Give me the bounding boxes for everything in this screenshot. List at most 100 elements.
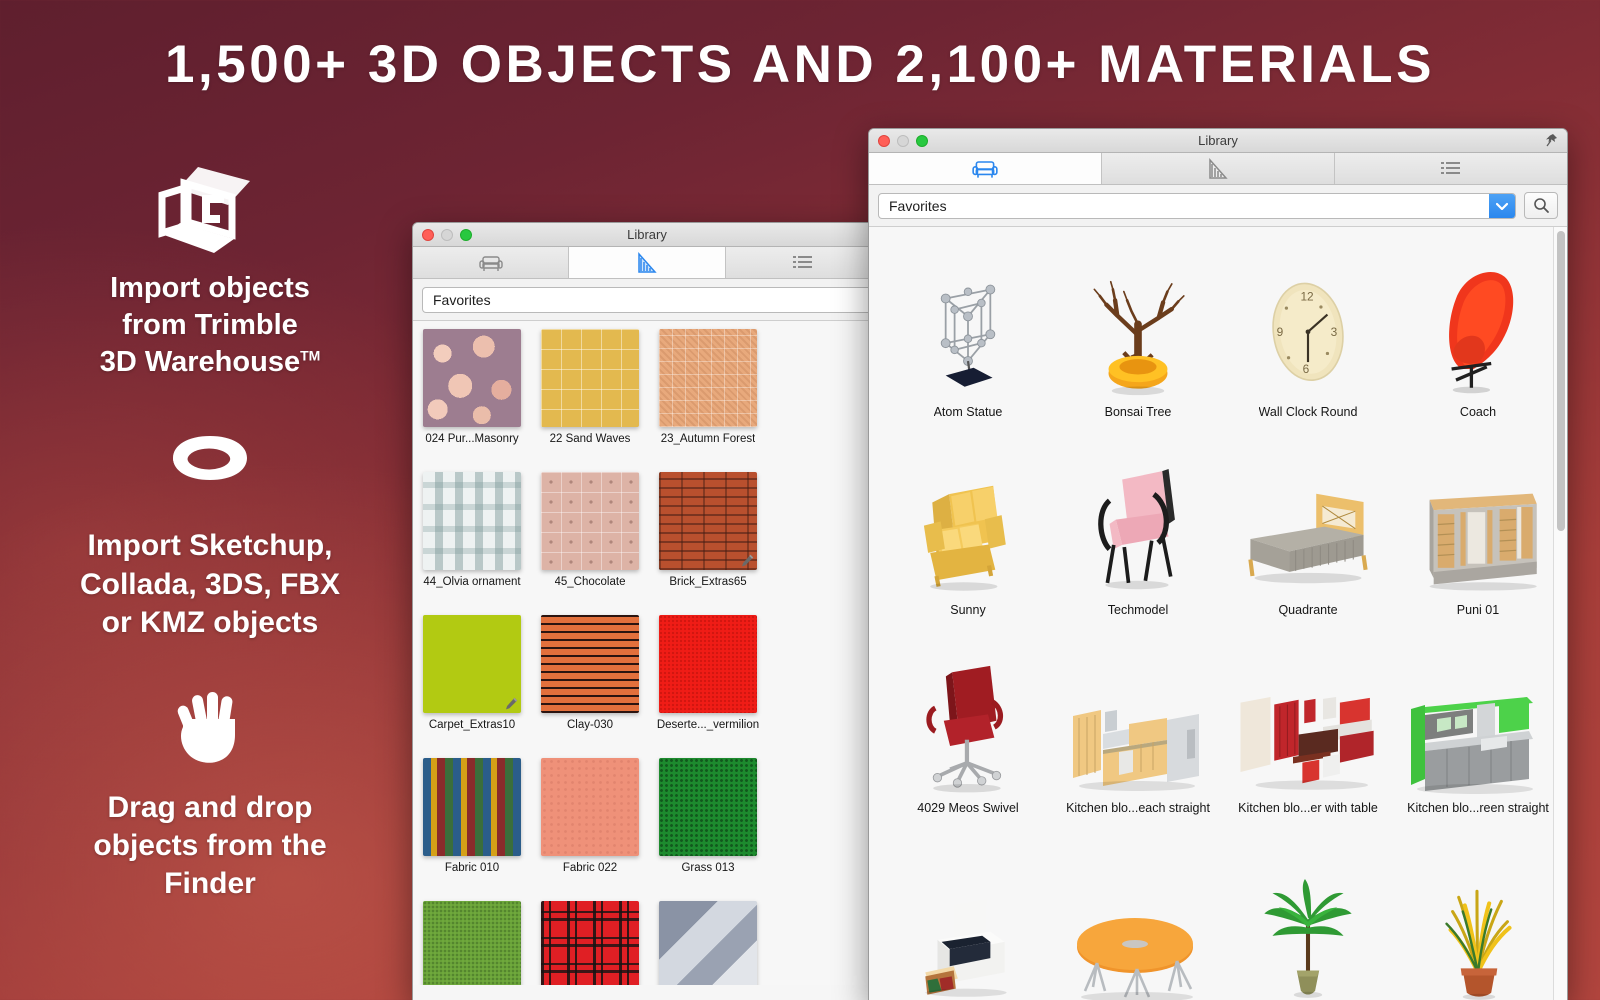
object-cell[interactable]: Bonsai Tree: [1053, 227, 1223, 425]
object-cell[interactable]: [1223, 821, 1393, 1000]
tab-list[interactable]: [725, 247, 881, 278]
object-cell[interactable]: Coach: [1393, 227, 1563, 425]
material-cell[interactable]: 23_Autumn Forest: [649, 321, 767, 464]
material-cell[interactable]: Brick_Extras65: [649, 464, 767, 607]
material-cell[interactable]: Grass 03: [413, 893, 531, 985]
object-thumbnail-bonsai-tree[interactable]: [1063, 249, 1213, 399]
material-cell[interactable]: Mar5: [531, 893, 649, 985]
material-swatch-chocolate-tiles[interactable]: [541, 472, 639, 570]
tab-objects[interactable]: [413, 247, 570, 278]
pushpin-icon[interactable]: [1544, 133, 1559, 148]
object-thumbnail-atom-statue[interactable]: [893, 249, 1043, 399]
object-cell[interactable]: 4029 Meos Swivel: [883, 623, 1053, 821]
object-thumbnail-printer[interactable]: [893, 857, 1043, 1000]
objects-grid-container[interactable]: Atom Statue Bonsai Tree 12 3 6 9 Wall Clock…: [869, 227, 1567, 1000]
tab-list[interactable]: [1335, 153, 1567, 184]
material-cell[interactable]: Clay-030: [531, 607, 649, 750]
objects-window-titlebar[interactable]: Library: [869, 129, 1567, 153]
object-thumbnail-spiky-plant[interactable]: [1403, 857, 1553, 1000]
material-swatch-grass-dark[interactable]: [659, 758, 757, 856]
material-cell[interactable]: 44_Olvia ornament: [413, 464, 531, 607]
object-thumbnail-egg-chair[interactable]: [1403, 249, 1553, 399]
material-cell[interactable]: Fabric 022: [531, 750, 649, 893]
materials-window-tabbar[interactable]: [413, 247, 881, 279]
objects-category-combobox[interactable]: Favorites: [878, 192, 1516, 219]
material-cell[interactable]: Carpet_Extras10: [413, 607, 531, 750]
material-swatch-tartan-red[interactable]: [541, 901, 639, 985]
object-thumbnail-office-chair[interactable]: [893, 645, 1043, 795]
objects-toolbar[interactable]: Favorites: [869, 185, 1567, 227]
feature-import-warehouse: Import objects from Trimble 3D Warehouse…: [20, 160, 400, 381]
material-swatch-clay-lines[interactable]: [541, 615, 639, 713]
tab-materials[interactable]: [1102, 153, 1335, 184]
object-thumbnail-kitchen-red[interactable]: [1233, 645, 1383, 795]
materials-library-window[interactable]: Library Favorites 024 Pur...Masonry 22 S…: [412, 222, 882, 1000]
object-cell[interactable]: Atom Statue: [883, 227, 1053, 425]
objects-grid[interactable]: Atom Statue Bonsai Tree 12 3 6 9 Wall Clock…: [869, 227, 1567, 1000]
object-thumbnail-wardrobe[interactable]: [1403, 447, 1553, 597]
object-thumbnail-kitchen-beech[interactable]: [1063, 645, 1213, 795]
object-cell[interactable]: [1393, 821, 1563, 1000]
materials-window-titlebar[interactable]: Library: [413, 223, 881, 247]
feature-2-line2: Collada, 3DS, FBX: [79, 567, 341, 601]
material-swatch-sand-tiles[interactable]: [541, 329, 639, 427]
material-cell[interactable]: 45_Chocolate: [531, 464, 649, 607]
objects-scrollbar[interactable]: [1553, 227, 1567, 1000]
edit-pencil-icon[interactable]: [741, 554, 754, 567]
svg-text:12: 12: [1300, 290, 1313, 304]
material-swatch-autumn-tiles[interactable]: [659, 329, 757, 427]
edit-pencil-icon[interactable]: [505, 697, 518, 710]
search-button[interactable]: [1524, 192, 1558, 219]
material-swatch-salmon[interactable]: [541, 758, 639, 856]
object-thumbnail-kitchen-green[interactable]: [1403, 645, 1553, 795]
chevron-down-icon[interactable]: [1489, 193, 1515, 218]
tab-objects[interactable]: [869, 153, 1102, 184]
material-cell[interactable]: Deserte..._vermilion: [649, 607, 767, 750]
objects-window-title: Library: [1198, 133, 1238, 148]
object-cell[interactable]: [1053, 821, 1223, 1000]
object-cell[interactable]: [883, 821, 1053, 1000]
material-swatch-brick[interactable]: [659, 472, 757, 570]
object-cell[interactable]: Sunny: [883, 425, 1053, 623]
tab-materials[interactable]: [569, 247, 726, 278]
material-swatch-plaid-multi[interactable]: [423, 758, 521, 856]
feature-1-line1: Import objects: [110, 272, 310, 304]
material-swatch-vermilion[interactable]: [659, 615, 757, 713]
material-swatch-masonry-pink[interactable]: [423, 329, 521, 427]
material-swatch-carpet-green[interactable]: [423, 615, 521, 713]
object-thumbnail-wall-clock[interactable]: 12 3 6 9: [1233, 249, 1383, 399]
materials-category-value: Favorites: [433, 291, 491, 308]
object-thumbnail-palm-plant[interactable]: [1233, 857, 1383, 1000]
objects-library-window[interactable]: Library Favorites Atom Statue Bonsai Tre…: [868, 128, 1568, 1000]
materials-grid[interactable]: 024 Pur...Masonry 22 Sand Waves 23_Autumn …: [413, 321, 881, 985]
material-swatch-marble-grey[interactable]: [659, 901, 757, 985]
object-thumbnail-bed[interactable]: [1233, 447, 1383, 597]
material-cell[interactable]: Marble 12: [649, 893, 767, 985]
object-cell[interactable]: Techmodel: [1053, 425, 1223, 623]
object-cell[interactable]: Kitchen blo...reen straight: [1393, 623, 1563, 821]
material-cell[interactable]: Fabric 010: [413, 750, 531, 893]
material-swatch-grass-light[interactable]: [423, 901, 521, 985]
material-cell[interactable]: Grass 013: [649, 750, 767, 893]
materials-category-combobox[interactable]: Favorites: [422, 286, 872, 313]
objects-category-value: Favorites: [889, 197, 947, 214]
object-cell[interactable]: Kitchen blo...er with table: [1223, 623, 1393, 821]
object-thumbnail-oval-table[interactable]: [1063, 857, 1213, 1000]
material-cell[interactable]: 22 Sand Waves: [531, 321, 649, 464]
objects-scrollbar-thumb[interactable]: [1557, 231, 1565, 531]
feature-2-line3: or KMZ objects: [101, 606, 319, 640]
object-cell[interactable]: Puni 01: [1393, 425, 1563, 623]
object-thumbnail-pink-chair[interactable]: [1063, 447, 1213, 597]
object-cell[interactable]: 12 3 6 9 Wall Clock Round: [1223, 227, 1393, 425]
materials-grid-container[interactable]: 024 Pur...Masonry 22 Sand Waves 23_Autumn …: [413, 321, 881, 985]
materials-toolbar[interactable]: Favorites: [413, 279, 881, 321]
material-swatch-olvia-ornament[interactable]: [423, 472, 521, 570]
objects-window-tabbar[interactable]: [869, 153, 1567, 185]
object-label: Coach: [1459, 405, 1497, 419]
object-cell[interactable]: Kitchen blo...each straight: [1053, 623, 1223, 821]
material-cell[interactable]: 024 Pur...Masonry: [413, 321, 531, 464]
armchair-icon: [478, 255, 503, 271]
object-label: Sunny: [950, 603, 986, 617]
object-thumbnail-yellow-armchair[interactable]: [893, 447, 1043, 597]
object-cell[interactable]: Quadrante: [1223, 425, 1393, 623]
